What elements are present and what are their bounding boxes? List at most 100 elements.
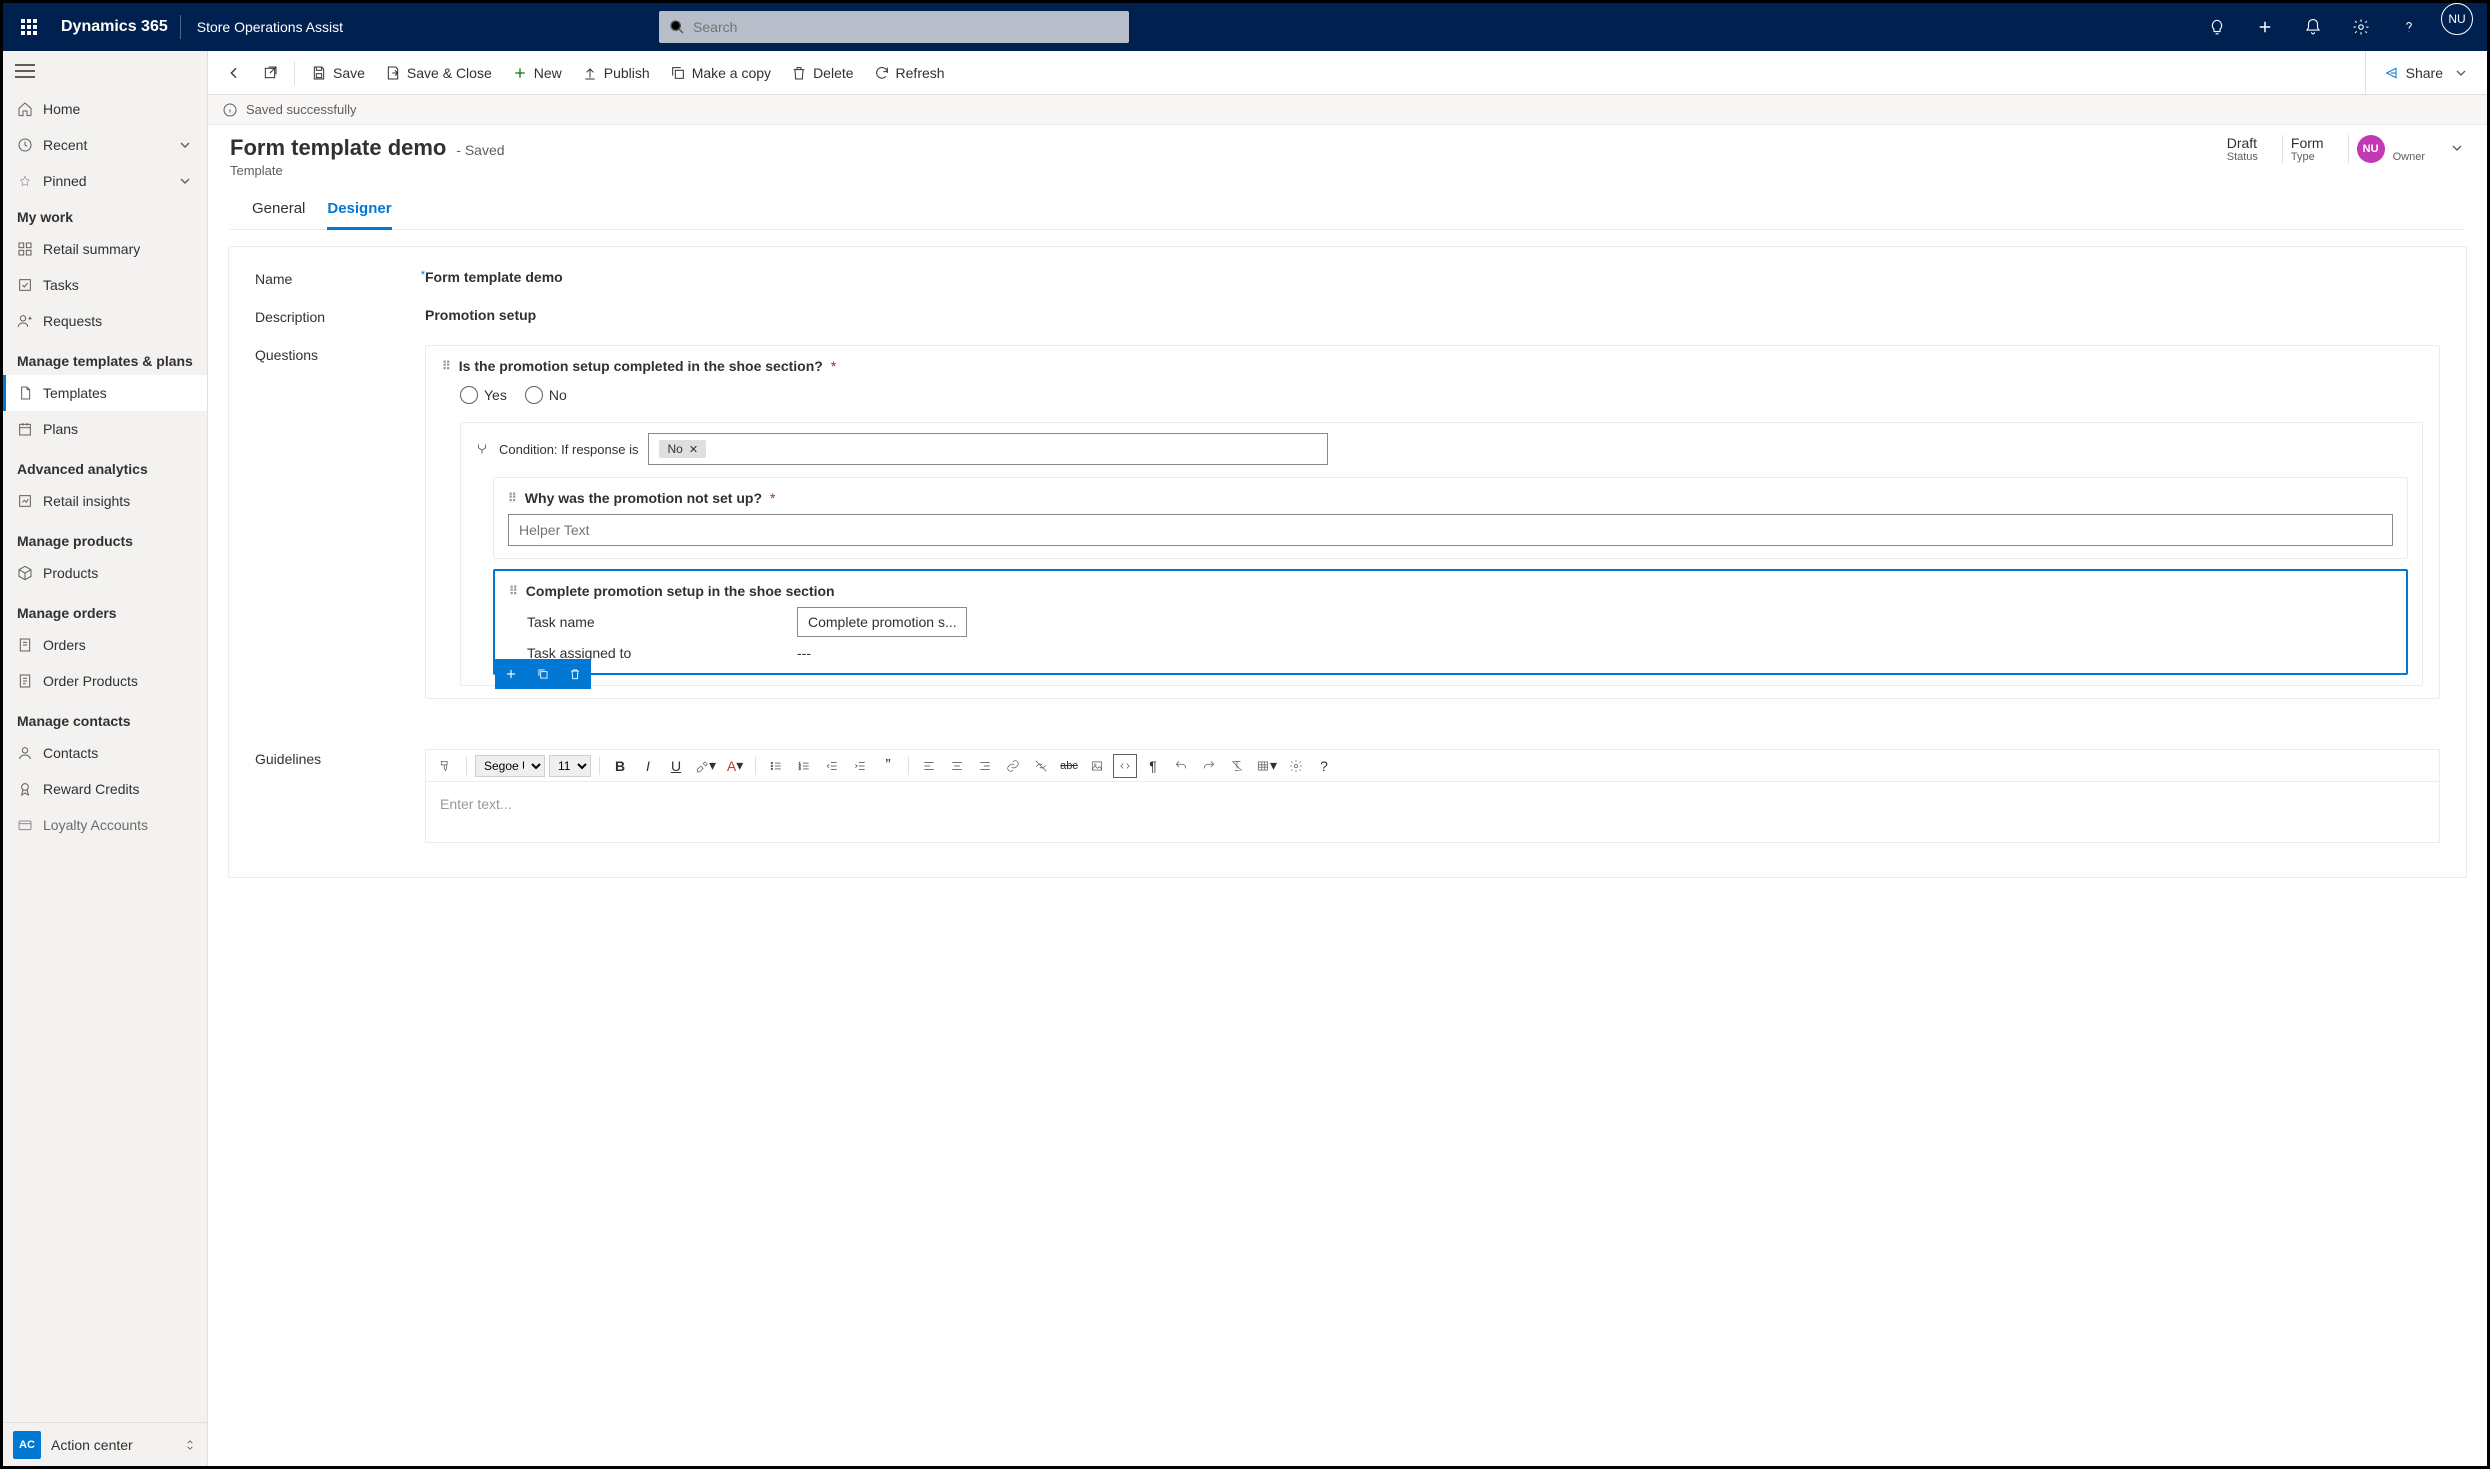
link-icon[interactable] <box>1001 754 1025 778</box>
radio-no[interactable]: No <box>525 386 567 404</box>
format-painter-icon[interactable] <box>434 754 458 778</box>
font-size-select[interactable]: 11 <box>549 755 591 777</box>
clear-format-icon[interactable] <box>1225 754 1249 778</box>
align-left-icon[interactable] <box>917 754 941 778</box>
plus-icon[interactable] <box>2241 3 2289 51</box>
area-switcher[interactable]: AC Action center <box>3 1422 207 1466</box>
nav-tasks[interactable]: Tasks <box>3 267 207 303</box>
task-name-input[interactable]: Complete promotion s... <box>797 607 967 637</box>
name-label: Name <box>255 269 421 287</box>
nav-retail-summary[interactable]: Retail summary <box>3 231 207 267</box>
radio-yes[interactable]: Yes <box>460 386 507 404</box>
nav-requests[interactable]: Requests <box>3 303 207 339</box>
nav-recent[interactable]: Recent <box>3 127 207 163</box>
owner-avatar: NU <box>2357 135 2385 163</box>
app-launcher-icon[interactable] <box>9 3 49 51</box>
blockquote-icon[interactable]: ” <box>876 754 900 778</box>
task-delete-button[interactable] <box>559 659 591 689</box>
make-copy-button[interactable]: Make a copy <box>660 51 781 95</box>
page-title-suffix: - Saved <box>456 142 504 158</box>
nav-plans[interactable]: Plans <box>3 411 207 447</box>
helper-text-input[interactable] <box>508 514 2393 546</box>
task-assigned-value[interactable]: --- <box>797 645 811 661</box>
grip-icon[interactable]: ⠿ <box>509 584 518 598</box>
condition-chip[interactable]: No✕ <box>659 440 706 458</box>
help-icon[interactable] <box>2385 3 2433 51</box>
condition-select[interactable]: No✕ <box>648 433 1328 465</box>
font-color-icon[interactable]: A▾ <box>723 754 747 778</box>
name-value[interactable]: Form template demo <box>425 269 563 287</box>
publish-button[interactable]: Publish <box>572 51 660 95</box>
subquestion-card[interactable]: ⠿ Why was the promotion not set up? * <box>493 477 2408 559</box>
global-search[interactable] <box>659 11 1129 43</box>
section-advanced-analytics: Advanced analytics <box>3 447 207 483</box>
unlink-icon[interactable] <box>1029 754 1053 778</box>
area-label: Action center <box>51 1437 133 1453</box>
nav-home[interactable]: Home <box>3 91 207 127</box>
align-right-icon[interactable] <box>973 754 997 778</box>
nav-order-products[interactable]: Order Products <box>3 663 207 699</box>
number-list-icon[interactable]: 123 <box>792 754 816 778</box>
section-templates-plans: Manage templates & plans <box>3 339 207 375</box>
image-icon[interactable] <box>1085 754 1109 778</box>
back-button[interactable] <box>216 51 252 95</box>
tab-designer[interactable]: Designer <box>327 192 391 230</box>
nav-templates[interactable]: Templates <box>3 375 207 411</box>
toolbar-help-icon[interactable]: ? <box>1312 754 1336 778</box>
task-copy-button[interactable] <box>527 659 559 689</box>
code-icon[interactable] <box>1113 754 1137 778</box>
delete-button[interactable]: Delete <box>781 51 863 95</box>
table-icon[interactable]: ▾ <box>1253 754 1280 778</box>
nav-contacts[interactable]: Contacts <box>3 735 207 771</box>
nav-reward-credits[interactable]: Reward Credits <box>3 771 207 807</box>
header-expand-button[interactable] <box>2449 140 2465 159</box>
bullet-list-icon[interactable] <box>764 754 788 778</box>
outdent-icon[interactable] <box>820 754 844 778</box>
save-button[interactable]: Save <box>301 51 375 95</box>
ltr-icon[interactable]: ¶ <box>1141 754 1165 778</box>
font-family-select[interactable]: Segoe UI <box>475 755 545 777</box>
subquestion-text: Why was the promotion not set up? <box>525 490 762 506</box>
header-status: DraftStatus <box>2219 135 2266 163</box>
task-card-title: Complete promotion setup in the shoe sec… <box>526 583 835 599</box>
nav-products[interactable]: Products <box>3 555 207 591</box>
rich-text-editor[interactable]: Enter text... <box>426 782 2439 842</box>
user-avatar[interactable]: NU <box>2441 3 2473 35</box>
italic-icon[interactable]: I <box>636 754 660 778</box>
search-icon <box>669 19 685 35</box>
task-add-button[interactable] <box>495 659 527 689</box>
undo-icon[interactable] <box>1169 754 1193 778</box>
svg-text:3: 3 <box>799 767 801 771</box>
gear-icon[interactable] <box>2337 3 2385 51</box>
align-center-icon[interactable] <box>945 754 969 778</box>
hamburger-icon[interactable] <box>15 64 35 78</box>
nav-pinned[interactable]: Pinned <box>3 163 207 199</box>
bell-icon[interactable] <box>2289 3 2337 51</box>
chip-remove-icon[interactable]: ✕ <box>689 443 698 456</box>
nav-retail-insights[interactable]: Retail insights <box>3 483 207 519</box>
highlight-icon[interactable]: ▾ <box>692 754 719 778</box>
nav-loyalty-accounts[interactable]: Loyalty Accounts <box>3 807 207 843</box>
nav-orders[interactable]: Orders <box>3 627 207 663</box>
toolbar-settings-icon[interactable] <box>1284 754 1308 778</box>
nav-recent-label: Recent <box>43 137 87 153</box>
app-name-label: Store Operations Assist <box>181 19 359 35</box>
question-card-1[interactable]: ⠿ Is the promotion setup completed in th… <box>425 345 2440 699</box>
grip-icon[interactable]: ⠿ <box>442 359 451 373</box>
description-value[interactable]: Promotion setup <box>425 307 536 325</box>
indent-icon[interactable] <box>848 754 872 778</box>
task-card[interactable]: ⠿ Complete promotion setup in the shoe s… <box>493 569 2408 675</box>
refresh-button[interactable]: Refresh <box>864 51 955 95</box>
open-new-window-button[interactable] <box>252 51 288 95</box>
underline-icon[interactable]: U <box>664 754 688 778</box>
grip-icon[interactable]: ⠿ <box>508 491 517 505</box>
tab-general[interactable]: General <box>252 192 305 229</box>
search-input[interactable] <box>685 19 1119 35</box>
strikethrough-icon[interactable]: abc <box>1057 754 1081 778</box>
share-button[interactable]: Share <box>2374 51 2479 95</box>
lightbulb-icon[interactable] <box>2193 3 2241 51</box>
redo-icon[interactable] <box>1197 754 1221 778</box>
save-close-button[interactable]: Save & Close <box>375 51 502 95</box>
bold-icon[interactable]: B <box>608 754 632 778</box>
new-button[interactable]: New <box>502 51 572 95</box>
